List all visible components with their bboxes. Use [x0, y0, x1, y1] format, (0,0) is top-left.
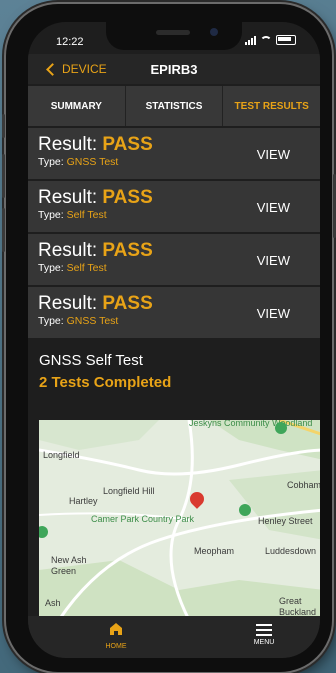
type-line: Type: GNSS Test	[38, 315, 118, 327]
result-value: PASS	[102, 187, 153, 208]
result-line: Result: PASS	[38, 240, 153, 262]
tab-test-results[interactable]: TEST RESULTS	[223, 86, 320, 126]
menu-label: MENU	[253, 639, 275, 646]
menu-icon	[256, 624, 272, 636]
notch	[106, 22, 242, 50]
home-icon	[110, 623, 122, 635]
volume-down-button	[2, 208, 5, 252]
result-row: Result: PASS Type: GNSS Test VIEW	[28, 287, 320, 340]
park-icon	[239, 504, 251, 516]
status-icons	[245, 35, 296, 45]
map-label: Jeskyns Community Woodland	[189, 420, 313, 428]
signal-icon	[245, 36, 256, 45]
bottom-tab-bar: HOME MENU	[28, 616, 320, 658]
tab-statistics[interactable]: STATISTICS	[126, 86, 224, 126]
home-tab[interactable]: HOME	[96, 622, 136, 650]
result-row: Result: PASS Type: Self Test VIEW	[28, 181, 320, 234]
type-value: GNSS Test	[66, 315, 119, 327]
tab-summary[interactable]: SUMMARY	[28, 86, 126, 126]
camera	[210, 28, 218, 36]
map-label: Cobham	[287, 480, 320, 490]
result-row: Result: PASS Type: GNSS Test VIEW	[28, 128, 320, 181]
wifi-icon	[260, 36, 272, 45]
result-label: Result:	[38, 134, 98, 155]
map-label: Meopham	[194, 546, 235, 556]
map-label: Longfield	[43, 450, 80, 460]
type-label: Type:	[38, 262, 64, 274]
view-button[interactable]: VIEW	[257, 200, 290, 215]
map-label: Luddesdown	[265, 546, 317, 556]
test-summary: GNSS Self Test 2 Tests Completed	[28, 344, 320, 414]
park-icon	[275, 422, 287, 434]
result-line: Result: PASS	[38, 187, 153, 209]
type-label: Type:	[38, 156, 64, 168]
tab-bar: SUMMARY STATISTICS TEST RESULTS	[28, 86, 320, 126]
view-button[interactable]: VIEW	[257, 306, 290, 321]
screen: 12:22 DEVICE EPIRB3 SUMMARY STATISTICS T…	[28, 22, 320, 658]
speaker	[156, 30, 190, 35]
summary-heading: GNSS Self Test	[39, 352, 143, 369]
status-time: 12:22	[56, 36, 84, 48]
result-value: PASS	[102, 134, 153, 155]
type-line: Type: Self Test	[38, 262, 107, 274]
map-label: Camer Park Country Park	[91, 514, 195, 524]
result-line: Result: PASS	[38, 293, 153, 315]
result-label: Result:	[38, 240, 98, 261]
result-value: PASS	[102, 293, 153, 314]
results-list: Result: PASS Type: GNSS Test VIEW Result…	[28, 128, 320, 340]
result-line: Result: PASS	[38, 134, 153, 156]
type-label: Type:	[38, 209, 64, 221]
map-label: Ash	[45, 598, 61, 608]
type-line: Type: GNSS Test	[38, 156, 118, 168]
map-label: Henley Street	[258, 516, 313, 526]
menu-tab[interactable]: MENU	[244, 622, 284, 646]
result-label: Result:	[38, 293, 98, 314]
type-line: Type: Self Test	[38, 209, 107, 221]
battery-icon	[276, 35, 296, 45]
phone-frame: 12:22 DEVICE EPIRB3 SUMMARY STATISTICS T…	[2, 4, 336, 672]
view-button[interactable]: VIEW	[257, 253, 290, 268]
nav-bar: DEVICE EPIRB3	[28, 54, 320, 84]
map-label: Longfield Hill	[103, 486, 155, 496]
type-label: Type:	[38, 315, 64, 327]
type-value: GNSS Test	[66, 156, 119, 168]
result-row: Result: PASS Type: Self Test VIEW	[28, 234, 320, 287]
result-value: PASS	[102, 240, 153, 261]
map-label: Hartley	[69, 496, 98, 506]
page-title: EPIRB3	[150, 62, 198, 77]
type-value: Self Test	[66, 209, 107, 221]
view-button[interactable]: VIEW	[257, 147, 290, 162]
type-value: Self Test	[66, 262, 107, 274]
map-label: Great Buckland	[279, 596, 317, 617]
mute-switch	[2, 114, 5, 138]
volume-up-button	[2, 154, 5, 198]
map-label: New Ash Green	[51, 555, 87, 576]
result-label: Result:	[38, 187, 98, 208]
map-view[interactable]: Jeskyns Community Woodland Longfield Cob…	[39, 420, 320, 620]
tests-completed: 2 Tests Completed	[39, 374, 172, 391]
home-label: HOME	[105, 643, 127, 650]
